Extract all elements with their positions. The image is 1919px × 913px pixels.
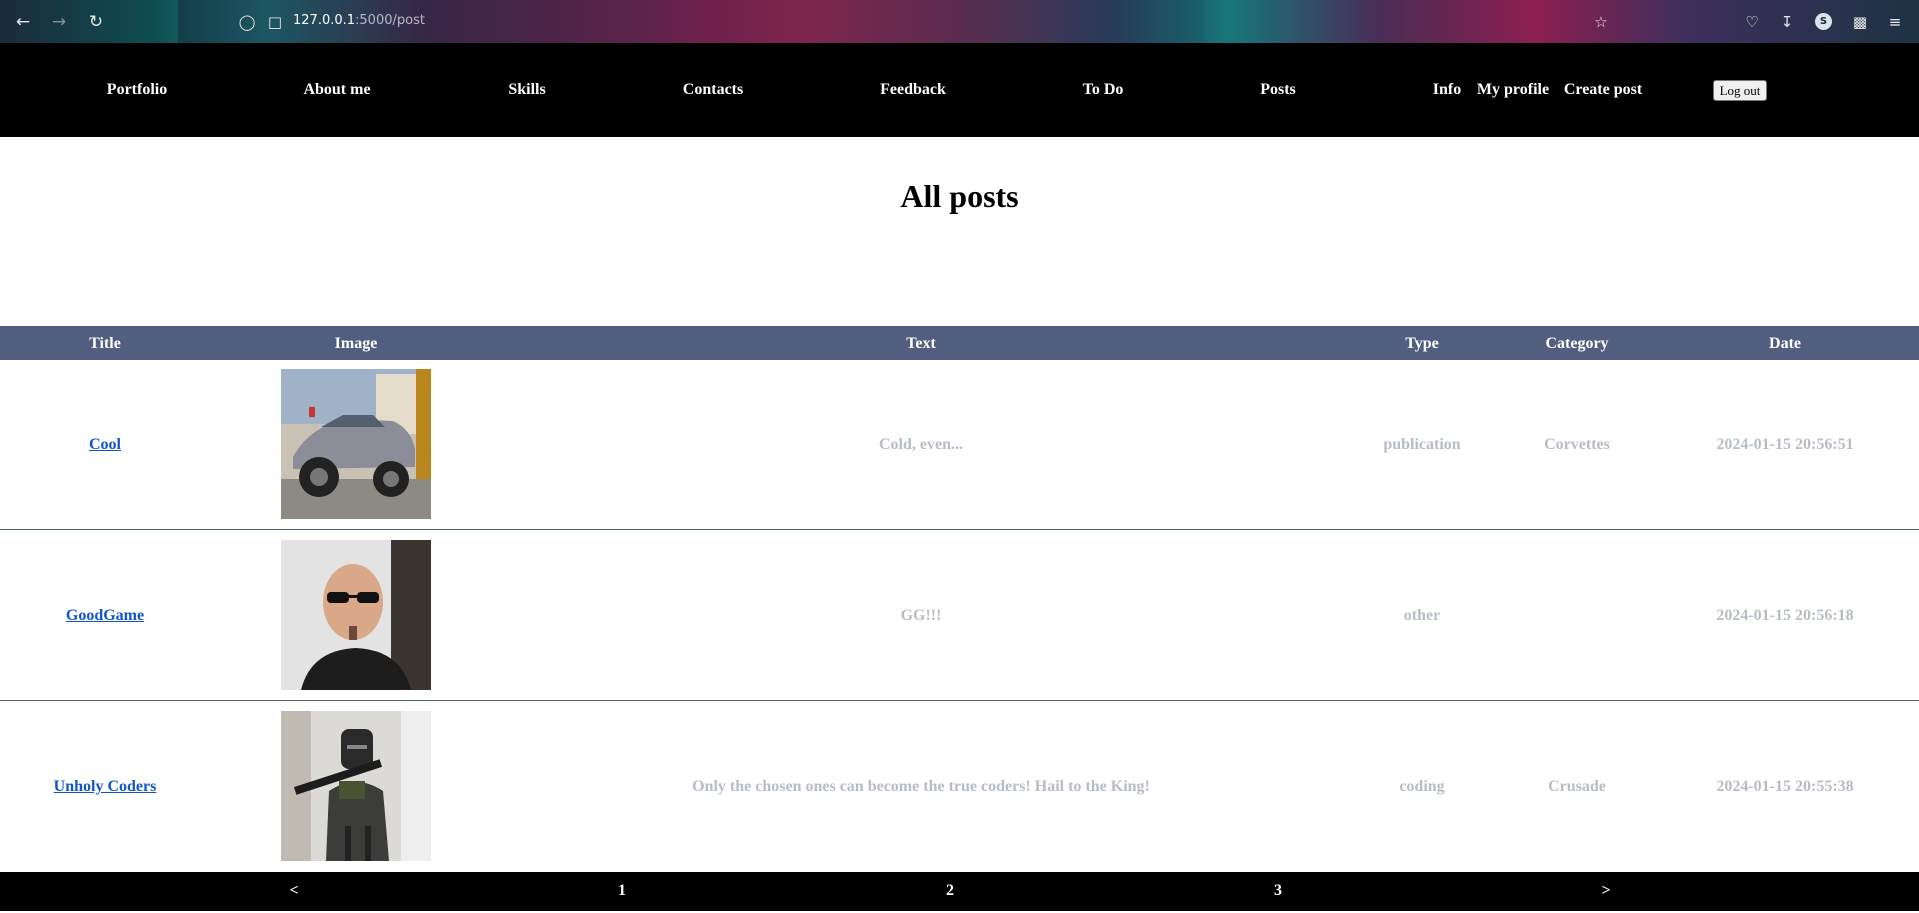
reload-icon[interactable]: ↻ bbox=[84, 10, 108, 34]
post-category: Corvettes bbox=[1544, 435, 1610, 453]
star-bookmark-icon[interactable]: ☆ bbox=[1590, 11, 1612, 33]
column-header-image: Image bbox=[334, 335, 378, 352]
post-type: publication bbox=[1383, 435, 1461, 453]
profile-avatar[interactable]: S bbox=[1815, 13, 1832, 30]
url-text[interactable]: 127.0.0.1:5000/post bbox=[293, 13, 425, 28]
post-type: coding bbox=[1399, 778, 1445, 795]
nav-link-feedback[interactable]: Feedback bbox=[880, 81, 946, 99]
page-title: All posts bbox=[900, 178, 1019, 214]
pagination: < 1 2 3 > bbox=[0, 872, 1919, 911]
menu-hamburger-icon[interactable]: ≡ bbox=[1884, 11, 1906, 33]
post-image-portrait bbox=[281, 540, 431, 690]
post-image-car bbox=[281, 369, 431, 519]
pagination-prev[interactable]: < bbox=[289, 882, 298, 900]
logout-button[interactable]: Log out bbox=[1713, 80, 1767, 101]
post-category: Crusade bbox=[1548, 778, 1606, 795]
column-header-type: Type bbox=[1405, 335, 1439, 352]
column-header-category: Category bbox=[1545, 335, 1609, 352]
post-date: 2024-01-15 20:55:38 bbox=[1716, 778, 1854, 795]
nav-link-about-me[interactable]: About me bbox=[303, 81, 370, 99]
pocket-icon[interactable]: ♡ bbox=[1741, 11, 1763, 33]
post-text: Cold, even... bbox=[879, 435, 963, 453]
browser-toolbar: ← → ↻ ◯ □ 127.0.0.1:5000/post ☆ ♡ ↧ S ▩ … bbox=[0, 0, 1919, 43]
post-title-link[interactable]: Cool bbox=[89, 436, 121, 454]
url-path: :5000/post bbox=[355, 13, 425, 28]
table-header: Title Image Text Type Category Date bbox=[0, 326, 1919, 360]
column-header-date: Date bbox=[1769, 335, 1801, 352]
post-image-knight bbox=[281, 711, 431, 861]
site-navigation: Portfolio About me Skills Contacts Feedb… bbox=[0, 43, 1919, 137]
post-title-link[interactable]: GoodGame bbox=[66, 607, 144, 625]
shield-icon[interactable]: ◯ bbox=[236, 11, 258, 33]
download-icon[interactable]: ↧ bbox=[1776, 11, 1798, 33]
nav-link-contacts[interactable]: Contacts bbox=[683, 81, 743, 99]
extensions-icon[interactable]: ▩ bbox=[1849, 11, 1871, 33]
table-row: Unholy Coders Only the chosen ones can b… bbox=[0, 702, 1919, 872]
nav-link-info[interactable]: Info bbox=[1433, 81, 1461, 99]
table-row: GoodGame GG!!! other 2024-01-15 20:56:18 bbox=[0, 531, 1919, 701]
post-text: Only the chosen ones can become the true… bbox=[692, 778, 1150, 795]
post-date: 2024-01-15 20:56:18 bbox=[1716, 606, 1854, 624]
nav-link-to-do[interactable]: To Do bbox=[1083, 81, 1124, 99]
pagination-page-1[interactable]: 1 bbox=[618, 882, 626, 900]
url-host: 127.0.0.1 bbox=[293, 13, 356, 28]
post-text: GG!!! bbox=[900, 606, 942, 624]
pagination-page-2[interactable]: 2 bbox=[946, 882, 954, 900]
back-arrow-icon[interactable]: ← bbox=[11, 10, 35, 34]
nav-link-my-profile[interactable]: My profile bbox=[1477, 81, 1549, 99]
forward-arrow-icon[interactable]: → bbox=[47, 10, 71, 34]
table-row: Cool Cold, even... publication Corvettes… bbox=[0, 360, 1919, 530]
pagination-next[interactable]: > bbox=[1601, 882, 1610, 900]
pagination-page-3[interactable]: 3 bbox=[1274, 882, 1282, 900]
nav-link-skills[interactable]: Skills bbox=[508, 81, 545, 99]
nav-link-create-post[interactable]: Create post bbox=[1564, 81, 1642, 99]
page-info-icon[interactable]: □ bbox=[264, 11, 286, 33]
post-type: other bbox=[1403, 606, 1441, 624]
column-header-text: Text bbox=[906, 335, 936, 352]
column-header-title: Title bbox=[89, 335, 121, 352]
nav-link-portfolio[interactable]: Portfolio bbox=[107, 81, 167, 99]
post-date: 2024-01-15 20:56:51 bbox=[1716, 435, 1854, 453]
post-title-link[interactable]: Unholy Coders bbox=[54, 778, 157, 796]
nav-link-posts[interactable]: Posts bbox=[1260, 81, 1296, 99]
